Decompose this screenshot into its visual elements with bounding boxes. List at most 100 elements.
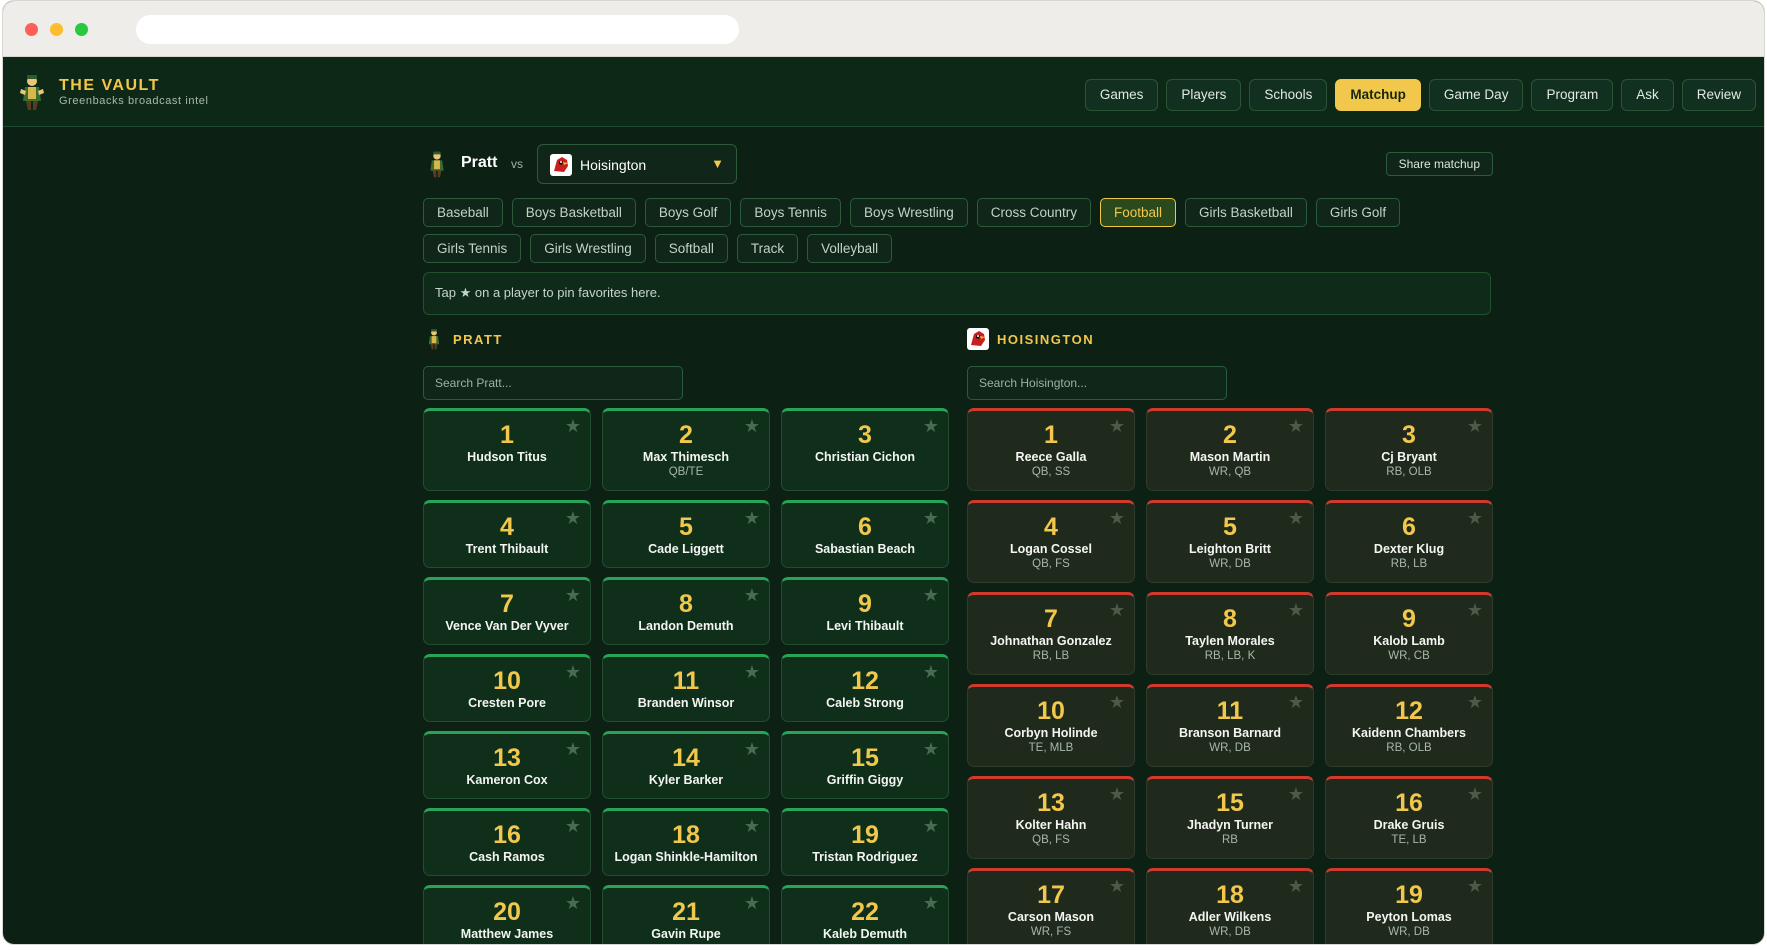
favorite-star-icon[interactable]: ★ (1467, 416, 1483, 436)
favorite-star-icon[interactable]: ★ (565, 662, 581, 682)
player-card[interactable]: 15 Jhadyn Turner RB ★ (1146, 776, 1314, 859)
minimize-window-button[interactable] (50, 23, 63, 36)
favorite-star-icon[interactable]: ★ (923, 508, 939, 528)
favorite-star-icon[interactable]: ★ (744, 662, 760, 682)
player-card[interactable]: 4 Logan Cossel QB, FS ★ (967, 500, 1135, 583)
favorite-star-icon[interactable]: ★ (565, 893, 581, 913)
favorite-star-icon[interactable]: ★ (565, 739, 581, 759)
favorite-star-icon[interactable]: ★ (1109, 416, 1125, 436)
sport-tab-girls-tennis[interactable]: Girls Tennis (423, 234, 522, 263)
favorite-star-icon[interactable]: ★ (1288, 508, 1304, 528)
sport-tab-boys-basketball[interactable]: Boys Basketball (511, 198, 636, 227)
player-card[interactable]: 22 Kaleb Demuth ★ (781, 885, 949, 944)
favorite-star-icon[interactable]: ★ (565, 816, 581, 836)
share-matchup-button[interactable]: Share matchup (1385, 152, 1493, 176)
favorite-star-icon[interactable]: ★ (744, 816, 760, 836)
maximize-window-button[interactable] (75, 23, 88, 36)
favorite-star-icon[interactable]: ★ (1288, 600, 1304, 620)
player-card[interactable]: 8 Landon Demuth ★ (602, 577, 770, 645)
player-card[interactable]: 16 Drake Gruis TE, LB ★ (1325, 776, 1493, 859)
away-search-input[interactable] (967, 366, 1227, 400)
nav-review-button[interactable]: Review (1681, 79, 1756, 111)
favorite-star-icon[interactable]: ★ (1467, 876, 1483, 896)
player-card[interactable]: 5 Leighton Britt WR, DB ★ (1146, 500, 1314, 583)
sport-tab-girls-basketball[interactable]: Girls Basketball (1185, 198, 1307, 227)
favorite-star-icon[interactable]: ★ (1109, 692, 1125, 712)
nav-program-button[interactable]: Program (1531, 79, 1614, 111)
favorite-star-icon[interactable]: ★ (923, 416, 939, 436)
player-card[interactable]: 13 Kolter Hahn QB, FS ★ (967, 776, 1135, 859)
sport-tab-cross-country[interactable]: Cross Country (976, 198, 1091, 227)
player-card[interactable]: 13 Kameron Cox ★ (423, 731, 591, 799)
nav-game-day-button[interactable]: Game Day (1428, 79, 1524, 111)
address-bar[interactable] (136, 15, 739, 44)
favorite-star-icon[interactable]: ★ (565, 585, 581, 605)
nav-matchup-button[interactable]: Matchup (1335, 79, 1421, 111)
brand[interactable]: THE VAULT Greenbacks broadcast intel (17, 73, 209, 111)
nav-ask-button[interactable]: Ask (1621, 79, 1674, 111)
sport-tab-boys-golf[interactable]: Boys Golf (644, 198, 732, 227)
player-card[interactable]: 2 Mason Martin WR, QB ★ (1146, 408, 1314, 491)
favorite-star-icon[interactable]: ★ (923, 739, 939, 759)
player-card[interactable]: 9 Levi Thibault ★ (781, 577, 949, 645)
sport-tab-boys-wrestling[interactable]: Boys Wrestling (849, 198, 968, 227)
favorite-star-icon[interactable]: ★ (744, 416, 760, 436)
player-card[interactable]: 6 Sabastian Beach ★ (781, 500, 949, 568)
player-card[interactable]: 12 Kaidenn Chambers RB, OLB ★ (1325, 684, 1493, 767)
player-card[interactable]: 5 Cade Liggett ★ (602, 500, 770, 568)
player-card[interactable]: 9 Kalob Lamb WR, CB ★ (1325, 592, 1493, 675)
player-card[interactable]: 17 Carson Mason WR, FS ★ (967, 868, 1135, 944)
favorite-star-icon[interactable]: ★ (565, 508, 581, 528)
player-card[interactable]: 19 Peyton Lomas WR, DB ★ (1325, 868, 1493, 944)
player-card[interactable]: 1 Hudson Titus ★ (423, 408, 591, 491)
favorite-star-icon[interactable]: ★ (1467, 600, 1483, 620)
player-card[interactable]: 7 Vence Van Der Vyver ★ (423, 577, 591, 645)
home-search-input[interactable] (423, 366, 683, 400)
favorite-star-icon[interactable]: ★ (1109, 508, 1125, 528)
favorite-star-icon[interactable]: ★ (565, 416, 581, 436)
sport-tab-track[interactable]: Track (736, 234, 799, 263)
favorite-star-icon[interactable]: ★ (923, 816, 939, 836)
favorite-star-icon[interactable]: ★ (1288, 692, 1304, 712)
player-card[interactable]: 21 Gavin Rupe ★ (602, 885, 770, 944)
nav-schools-button[interactable]: Schools (1249, 79, 1328, 111)
player-card[interactable]: 3 Christian Cichon ★ (781, 408, 949, 491)
sport-tab-football[interactable]: Football (1100, 198, 1177, 227)
favorite-star-icon[interactable]: ★ (923, 585, 939, 605)
player-card[interactable]: 2 Max Thimesch QB/TE ★ (602, 408, 770, 491)
player-card[interactable]: 12 Caleb Strong ★ (781, 654, 949, 722)
player-card[interactable]: 10 Corbyn Holinde TE, MLB ★ (967, 684, 1135, 767)
favorite-star-icon[interactable]: ★ (744, 585, 760, 605)
sport-tab-girls-golf[interactable]: Girls Golf (1315, 198, 1401, 227)
favorite-star-icon[interactable]: ★ (744, 893, 760, 913)
favorite-star-icon[interactable]: ★ (1288, 784, 1304, 804)
player-card[interactable]: 8 Taylen Morales RB, LB, K ★ (1146, 592, 1314, 675)
favorite-star-icon[interactable]: ★ (1467, 692, 1483, 712)
player-card[interactable]: 6 Dexter Klug RB, LB ★ (1325, 500, 1493, 583)
player-card[interactable]: 16 Cash Ramos ★ (423, 808, 591, 876)
player-card[interactable]: 19 Tristan Rodriguez ★ (781, 808, 949, 876)
sport-tab-softball[interactable]: Softball (654, 234, 728, 263)
favorite-star-icon[interactable]: ★ (1288, 416, 1304, 436)
opponent-select[interactable]: Hoisington ▼ (537, 144, 737, 184)
favorite-star-icon[interactable]: ★ (923, 893, 939, 913)
favorite-star-icon[interactable]: ★ (1467, 784, 1483, 804)
favorite-star-icon[interactable]: ★ (744, 739, 760, 759)
close-window-button[interactable] (25, 23, 38, 36)
favorite-star-icon[interactable]: ★ (1109, 876, 1125, 896)
favorite-star-icon[interactable]: ★ (744, 508, 760, 528)
sport-tab-girls-wrestling[interactable]: Girls Wrestling (530, 234, 646, 263)
favorite-star-icon[interactable]: ★ (923, 662, 939, 682)
player-card[interactable]: 15 Griffin Giggy ★ (781, 731, 949, 799)
favorite-star-icon[interactable]: ★ (1467, 508, 1483, 528)
player-card[interactable]: 11 Branden Winsor ★ (602, 654, 770, 722)
sport-tab-volleyball[interactable]: Volleyball (807, 234, 893, 263)
player-card[interactable]: 10 Cresten Pore ★ (423, 654, 591, 722)
player-card[interactable]: 4 Trent Thibault ★ (423, 500, 591, 568)
nav-games-button[interactable]: Games (1084, 79, 1159, 111)
favorite-star-icon[interactable]: ★ (1109, 600, 1125, 620)
player-card[interactable]: 14 Kyler Barker ★ (602, 731, 770, 799)
player-card[interactable]: 7 Johnathan Gonzalez RB, LB ★ (967, 592, 1135, 675)
player-card[interactable]: 18 Adler Wilkens WR, DB ★ (1146, 868, 1314, 944)
nav-players-button[interactable]: Players (1166, 79, 1242, 111)
